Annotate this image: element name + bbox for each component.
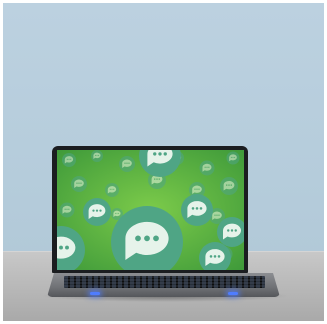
- right-blue-light: [228, 292, 238, 295]
- chat-bubbles-illustration: [57, 150, 244, 270]
- left-blue-light: [90, 292, 100, 295]
- photo-scene: [0, 0, 327, 324]
- laptop-screen: [57, 150, 244, 270]
- laptop-keyboard: [64, 276, 265, 288]
